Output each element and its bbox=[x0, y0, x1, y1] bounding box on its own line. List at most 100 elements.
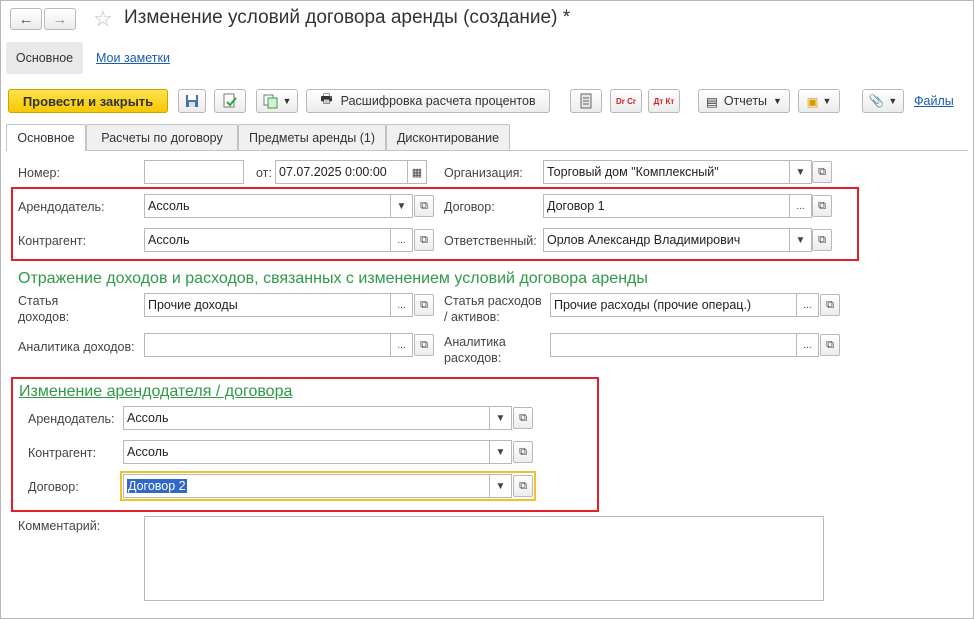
income-item-label-2: доходов: bbox=[18, 310, 70, 324]
chevron-down-icon: ▼ bbox=[282, 96, 292, 106]
printer-icon: 🖶 bbox=[320, 91, 333, 106]
calendar-icon: ▦ bbox=[411, 166, 423, 179]
nav-main[interactable]: Основное bbox=[6, 42, 83, 74]
new-contract-open-button[interactable]: ⧉ bbox=[513, 475, 533, 497]
contract-label: Договор: bbox=[444, 200, 495, 214]
ellipsis-icon: ... bbox=[397, 234, 406, 246]
expense-analytics-select-button[interactable]: ... bbox=[797, 333, 819, 357]
new-counterparty-dropdown[interactable]: ▼ bbox=[490, 440, 512, 464]
counterparty-field[interactable]: Ассоль bbox=[144, 228, 391, 252]
income-item-label-1: Статья bbox=[18, 294, 59, 308]
counterparty-select-button[interactable]: ... bbox=[391, 228, 413, 252]
responsible-field[interactable]: Орлов Александр Владимирович bbox=[543, 228, 790, 252]
lessor-open-button[interactable]: ⧉ bbox=[414, 195, 434, 217]
income-item-select-button[interactable]: ... bbox=[391, 293, 413, 317]
expense-analytics-label-2: расходов: bbox=[444, 351, 502, 365]
open-external-icon: ⧉ bbox=[420, 199, 428, 212]
ellipsis-icon: ... bbox=[397, 299, 406, 311]
decode-interest-label: Расшифровка расчета процентов bbox=[340, 94, 536, 108]
decode-interest-button[interactable]: 🖶 Расшифровка расчета процентов bbox=[306, 89, 550, 113]
back-button[interactable]: ← bbox=[10, 8, 42, 30]
change-lessor-section-title[interactable]: Изменение арендодателя / договора bbox=[19, 383, 292, 401]
tab-lease-items[interactable]: Предметы аренды (1) bbox=[238, 124, 386, 150]
expense-analytics-open-button[interactable]: ⧉ bbox=[820, 334, 840, 356]
number-field[interactable] bbox=[144, 160, 244, 184]
attach-button[interactable]: 📎 ▼ bbox=[862, 89, 904, 113]
reports-label: Отчеты bbox=[723, 94, 768, 108]
contract-select-button[interactable]: ... bbox=[790, 194, 812, 218]
lessor-dropdown[interactable]: ▼ bbox=[391, 194, 413, 218]
reports-button[interactable]: ▤ Отчеты ▼ bbox=[698, 89, 790, 113]
number-label: Номер: bbox=[18, 166, 60, 180]
open-external-icon: ⧉ bbox=[519, 445, 527, 458]
ellipsis-icon: ... bbox=[803, 299, 812, 311]
tab-main[interactable]: Основное bbox=[6, 124, 86, 151]
expense-item-label-2: / активов: bbox=[444, 310, 500, 324]
ellipsis-icon: ... bbox=[796, 200, 805, 212]
responsible-label: Ответственный: bbox=[444, 234, 537, 248]
forward-button[interactable]: → bbox=[44, 8, 76, 30]
expense-analytics-field[interactable] bbox=[550, 333, 797, 357]
organization-dropdown[interactable]: ▼ bbox=[790, 160, 812, 184]
open-external-icon: ⧉ bbox=[818, 233, 826, 246]
document-list-icon bbox=[580, 93, 592, 109]
organization-open-button[interactable]: ⧉ bbox=[812, 161, 832, 183]
income-analytics-select-button[interactable]: ... bbox=[391, 333, 413, 357]
create-based-on-button[interactable]: ▼ bbox=[256, 89, 298, 113]
nav-my-notes[interactable]: Мои заметки bbox=[96, 51, 170, 65]
expense-item-select-button[interactable]: ... bbox=[797, 293, 819, 317]
new-lessor-field[interactable]: Ассоль bbox=[123, 406, 490, 430]
lessor-label: Арендодатель: bbox=[18, 200, 105, 214]
open-external-icon: ⧉ bbox=[826, 298, 834, 311]
calendar-button[interactable]: ▦ bbox=[407, 160, 427, 184]
dt-kt-button[interactable]: Дт Кт bbox=[648, 89, 680, 113]
income-analytics-field[interactable] bbox=[144, 333, 391, 357]
print-menu-button[interactable]: ▣ ▼ bbox=[798, 89, 840, 113]
income-expense-section-title: Отражение доходов и расходов, связанных … bbox=[18, 270, 648, 287]
lessor-field[interactable]: Ассоль bbox=[144, 194, 391, 218]
contract-open-button[interactable]: ⧉ bbox=[812, 195, 832, 217]
expense-analytics-label-1: Аналитика bbox=[444, 335, 506, 349]
tab-contract-calculations[interactable]: Расчеты по договору bbox=[86, 124, 238, 150]
new-counterparty-field[interactable]: Ассоль bbox=[123, 440, 490, 464]
income-analytics-open-button[interactable]: ⧉ bbox=[414, 334, 434, 356]
contract-field[interactable]: Договор 1 bbox=[543, 194, 790, 218]
new-counterparty-open-button[interactable]: ⧉ bbox=[513, 441, 533, 463]
save-button[interactable] bbox=[178, 89, 206, 113]
files-link[interactable]: Файлы bbox=[914, 94, 954, 108]
tab-divider bbox=[6, 150, 968, 151]
responsible-open-button[interactable]: ⧉ bbox=[812, 229, 832, 251]
dr-cr-button[interactable]: Dr Cr bbox=[610, 89, 642, 113]
chevron-down-icon: ▼ bbox=[795, 234, 806, 246]
comment-textarea[interactable] bbox=[144, 516, 824, 601]
structure-button[interactable] bbox=[570, 89, 602, 113]
new-counterparty-label: Контрагент: bbox=[28, 446, 97, 460]
new-lessor-label: Арендодатель: bbox=[28, 412, 115, 426]
floppy-icon bbox=[186, 95, 198, 107]
new-lessor-open-button[interactable]: ⧉ bbox=[513, 407, 533, 429]
organization-field[interactable]: Торговый дом "Комплексный" bbox=[543, 160, 790, 184]
post-and-close-button[interactable]: Провести и закрыть bbox=[8, 89, 168, 113]
responsible-dropdown[interactable]: ▼ bbox=[790, 228, 812, 252]
new-contract-value: Договор 2 bbox=[127, 479, 187, 493]
post-button[interactable] bbox=[214, 89, 246, 113]
chevron-down-icon: ▼ bbox=[495, 412, 506, 424]
new-contract-label: Договор: bbox=[28, 480, 79, 494]
new-contract-dropdown[interactable]: ▼ bbox=[490, 474, 512, 498]
new-lessor-dropdown[interactable]: ▼ bbox=[490, 406, 512, 430]
open-external-icon: ⧉ bbox=[519, 479, 527, 492]
new-contract-field[interactable]: Договор 2 bbox=[123, 474, 490, 498]
dr-cr-icon: Dr Cr bbox=[615, 96, 636, 106]
expense-item-open-button[interactable]: ⧉ bbox=[820, 294, 840, 316]
create-based-icon bbox=[263, 94, 278, 109]
chevron-down-icon: ▼ bbox=[888, 96, 898, 106]
income-item-field[interactable]: Прочие доходы bbox=[144, 293, 391, 317]
date-field[interactable]: 07.07.2025 0:00:00 bbox=[275, 160, 408, 184]
income-item-open-button[interactable]: ⧉ bbox=[414, 294, 434, 316]
counterparty-open-button[interactable]: ⧉ bbox=[414, 229, 434, 251]
tab-discounting[interactable]: Дисконтирование bbox=[386, 124, 510, 150]
expense-item-field[interactable]: Прочие расходы (прочие операц.) bbox=[550, 293, 797, 317]
favorite-star-icon[interactable]: ☆ bbox=[93, 6, 113, 32]
print-document-icon: ▣ bbox=[806, 94, 819, 109]
chevron-down-icon: ▼ bbox=[396, 200, 407, 212]
